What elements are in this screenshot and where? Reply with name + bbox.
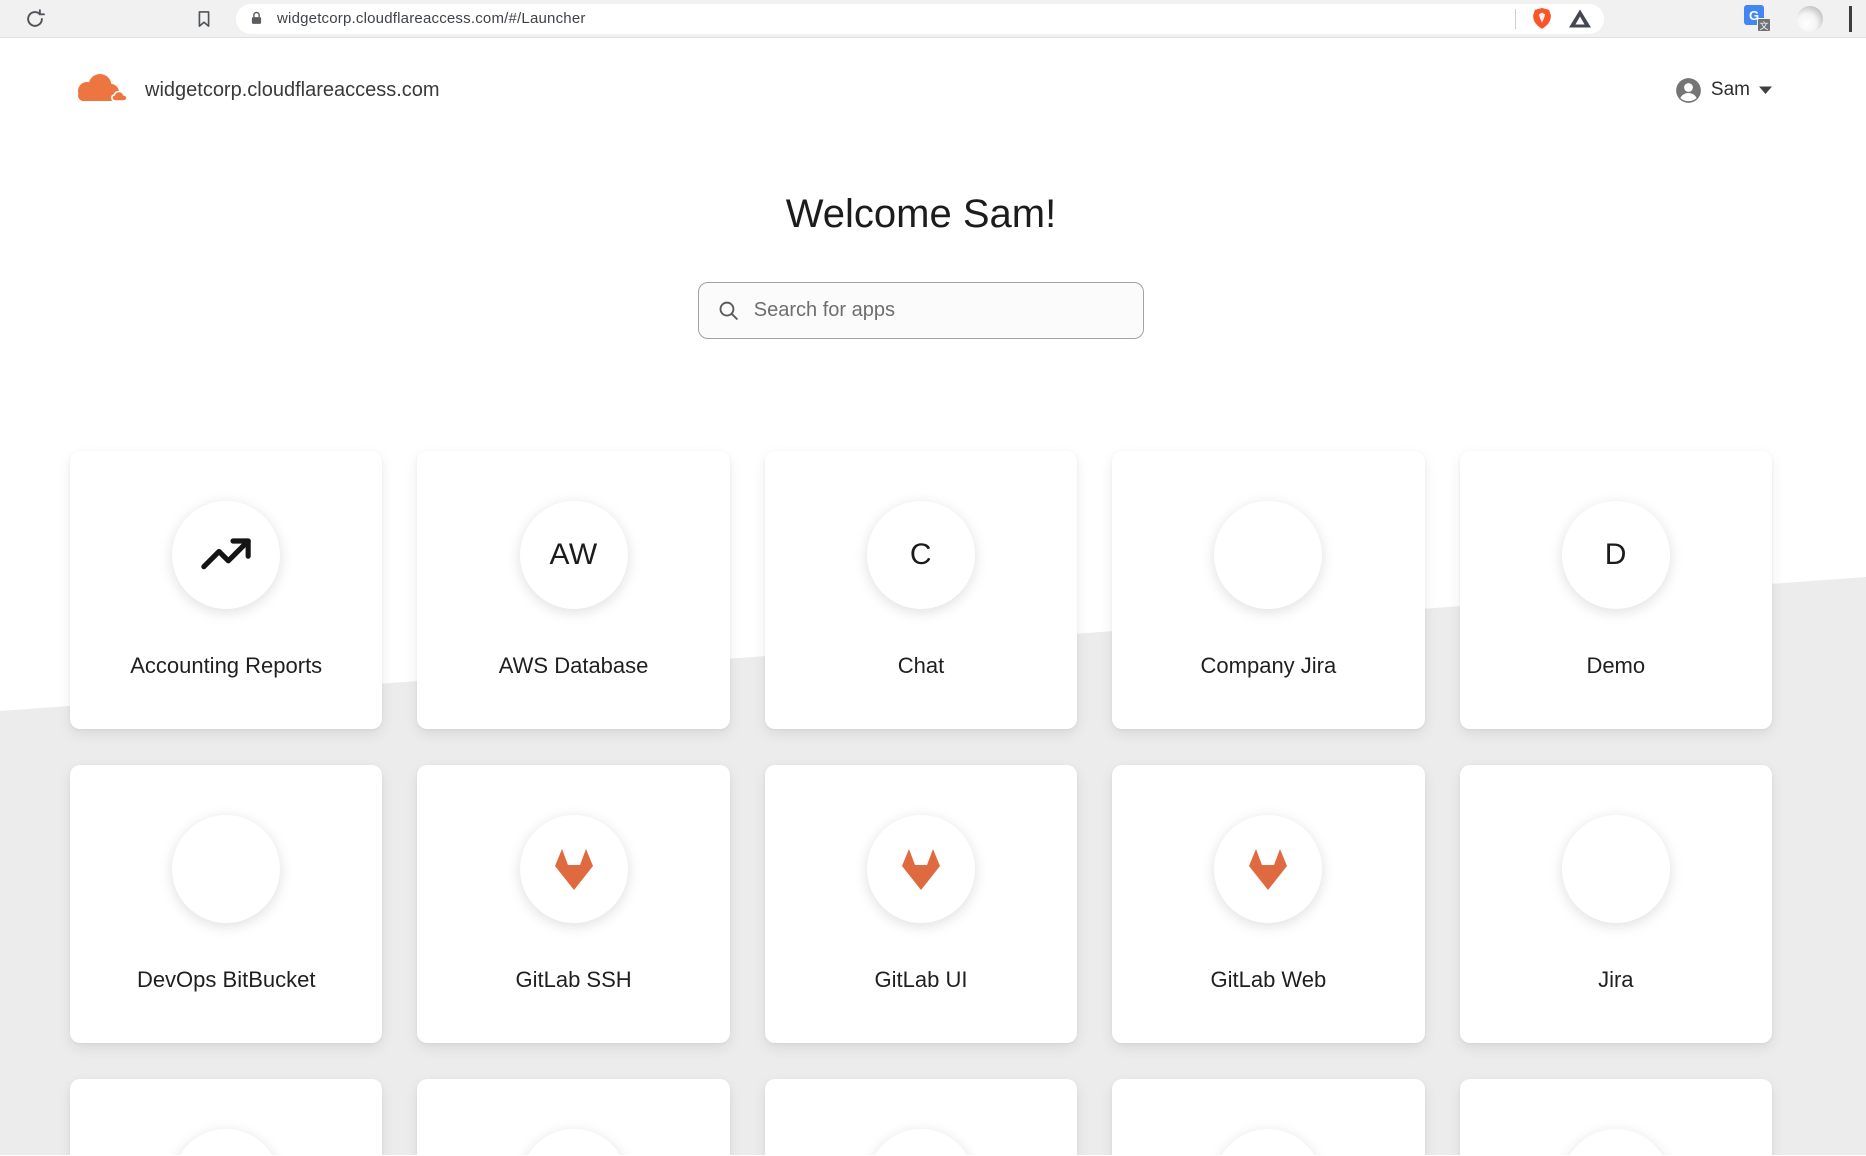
app-card-partial[interactable] (1460, 1079, 1772, 1155)
app-label: Company Jira (1201, 653, 1337, 679)
app-card[interactable]: GitLab UI (765, 765, 1077, 1043)
bookmark-button[interactable] (194, 8, 214, 30)
launcher-page: widgetcorp.cloudflareaccess.com Sam Welc… (0, 38, 1866, 1155)
bookmark-icon (194, 8, 214, 30)
app-label: Demo (1586, 653, 1645, 679)
app-label: GitLab UI (875, 967, 968, 993)
app-label: Accounting Reports (130, 653, 322, 679)
gitlab-icon (1242, 846, 1294, 892)
address-bar-divider (1515, 9, 1516, 29)
app-icon-disc: D (1562, 501, 1670, 609)
app-card[interactable]: DevOps BitBucket (70, 765, 382, 1043)
app-grid: Accounting Reports AW AWS Database C Cha… (70, 451, 1772, 1155)
app-label: GitLab SSH (516, 967, 632, 993)
user-menu[interactable]: Sam (1675, 77, 1772, 104)
app-icon-disc (867, 1129, 975, 1155)
brave-shield-button[interactable] (1531, 6, 1553, 31)
app-icon-disc (1214, 815, 1322, 923)
trending-up-icon (198, 527, 254, 583)
app-icon-disc (172, 501, 280, 609)
profile-orb-icon[interactable] (1797, 6, 1823, 32)
site-header: widgetcorp.cloudflareaccess.com Sam (70, 70, 1772, 110)
app-card[interactable]: GitLab Web (1112, 765, 1424, 1043)
app-label: Jira (1598, 967, 1633, 993)
gitlab-icon (895, 846, 947, 892)
url-text: widgetcorp.cloudflareaccess.com/#/Launch… (277, 10, 586, 27)
search-input[interactable] (754, 299, 1127, 322)
app-label: AWS Database (499, 653, 649, 679)
reload-button[interactable] (24, 8, 46, 30)
app-label: Chat (898, 653, 944, 679)
brand: widgetcorp.cloudflareaccess.com (70, 70, 440, 110)
app-icon-disc (867, 815, 975, 923)
address-bar[interactable]: widgetcorp.cloudflareaccess.com/#/Launch… (236, 4, 1604, 34)
bitbucket-icon (200, 843, 252, 895)
bat-triangle-icon (1568, 8, 1592, 29)
app-icon-disc (1214, 501, 1322, 609)
reload-icon (24, 8, 46, 30)
gitlab-icon (548, 846, 600, 892)
search-box[interactable] (698, 282, 1144, 339)
search-icon (717, 298, 740, 323)
app-card[interactable]: Company Jira (1112, 451, 1424, 729)
app-card-partial[interactable] (417, 1079, 729, 1155)
site-domain: widgetcorp.cloudflareaccess.com (145, 79, 440, 102)
app-card[interactable]: Accounting Reports (70, 451, 382, 729)
app-icon-disc (1562, 1129, 1670, 1155)
monogram-initials: AW (549, 538, 597, 572)
browser-toolbar: widgetcorp.cloudflareaccess.com/#/Launch… (0, 0, 1866, 38)
lock-icon (248, 9, 265, 28)
user-name: Sam (1711, 79, 1750, 101)
app-icon-disc (520, 815, 628, 923)
app-icon-disc: C (867, 501, 975, 609)
app-card[interactable]: D Demo (1460, 451, 1772, 729)
app-card-partial[interactable] (765, 1079, 1077, 1155)
app-card-partial[interactable] (1112, 1079, 1424, 1155)
bat-rewards-button[interactable] (1568, 8, 1592, 29)
app-icon-disc (172, 1129, 280, 1155)
app-icon-disc (1562, 815, 1670, 923)
person-icon (1675, 77, 1702, 104)
translate-button[interactable]: G 文 (1744, 5, 1771, 32)
app-label: DevOps BitBucket (137, 967, 316, 993)
app-card-partial[interactable] (70, 1079, 382, 1155)
jira-icon (1241, 528, 1295, 582)
app-label: GitLab Web (1211, 967, 1327, 993)
app-card[interactable]: GitLab SSH (417, 765, 729, 1043)
caret-down-icon (1759, 86, 1772, 94)
app-icon-disc (1214, 1129, 1322, 1155)
app-icon-disc (520, 1129, 628, 1155)
jira-icon (1589, 842, 1643, 896)
app-card[interactable]: AW AWS Database (417, 451, 729, 729)
app-card[interactable]: Jira (1460, 765, 1772, 1043)
monogram-initials: C (910, 538, 932, 572)
toolbar-edge-divider (1849, 6, 1852, 32)
page-title: Welcome Sam! (70, 194, 1772, 234)
app-icon-disc: AW (520, 501, 628, 609)
translate-zh-icon: 文 (1757, 18, 1771, 32)
brave-shield-icon (1531, 6, 1553, 31)
app-icon-disc (172, 815, 280, 923)
app-card[interactable]: C Chat (765, 451, 1077, 729)
monogram-initials: D (1605, 538, 1627, 572)
cloudflare-logo (70, 70, 134, 110)
